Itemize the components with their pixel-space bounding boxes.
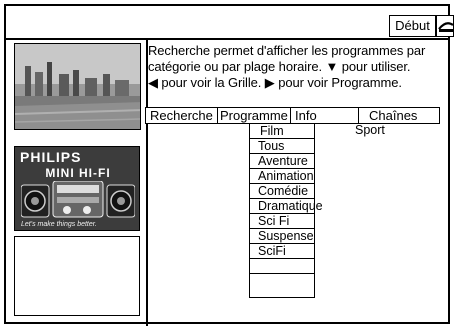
help-text-line-3: ◀ pour voir la Grille. ▶ pour voir Progr… [148,75,402,90]
guide-plus-logo [436,15,454,37]
advert-product: MINI HI-FI [45,166,111,180]
category-menu-header[interactable]: Film [250,124,314,139]
category-item-dramatique[interactable]: Dramatique [250,199,323,214]
help-text-line-2: catégorie ou par plage horaire. ▼ pour u… [148,59,411,74]
tab-programme[interactable]: Programme [217,107,291,124]
category-item-scifi[interactable]: SciFi [250,244,314,259]
tab-chaines[interactable]: Chaînes [358,107,440,124]
advert-slogan: Let's make things better. [21,221,97,228]
category-menu: Film Tous Aventure Animation Comédie Dra… [249,123,323,298]
tab-recherche[interactable]: Recherche [145,107,218,124]
help-text-line-1: Recherche permet d'afficher les programm… [148,43,426,58]
category-item-sci-fi[interactable]: Sci Fi [250,214,314,229]
category-item-aventure[interactable]: Aventure [250,154,314,169]
advert-banner[interactable]: PHILIPS MINI HI-FI Let's make things bet… [14,146,140,231]
category-item-comedie[interactable]: Comédie [250,184,314,199]
channel-video-thumbnail [14,43,141,130]
side-category-label[interactable]: Sport [355,123,385,138]
advert-brand: PHILIPS [20,149,82,165]
category-item-suspense[interactable]: Suspense [250,229,314,244]
category-item-tous[interactable]: Tous [250,139,314,154]
category-item-animation[interactable]: Animation [250,169,314,184]
tab-info[interactable]: Info [290,107,359,124]
start-button[interactable]: Début [389,15,436,37]
guide-plus-logo-icon [438,22,454,32]
empty-preview-box [14,236,140,316]
category-item-empty[interactable] [250,259,314,274]
hifi-system-image [21,181,135,218]
